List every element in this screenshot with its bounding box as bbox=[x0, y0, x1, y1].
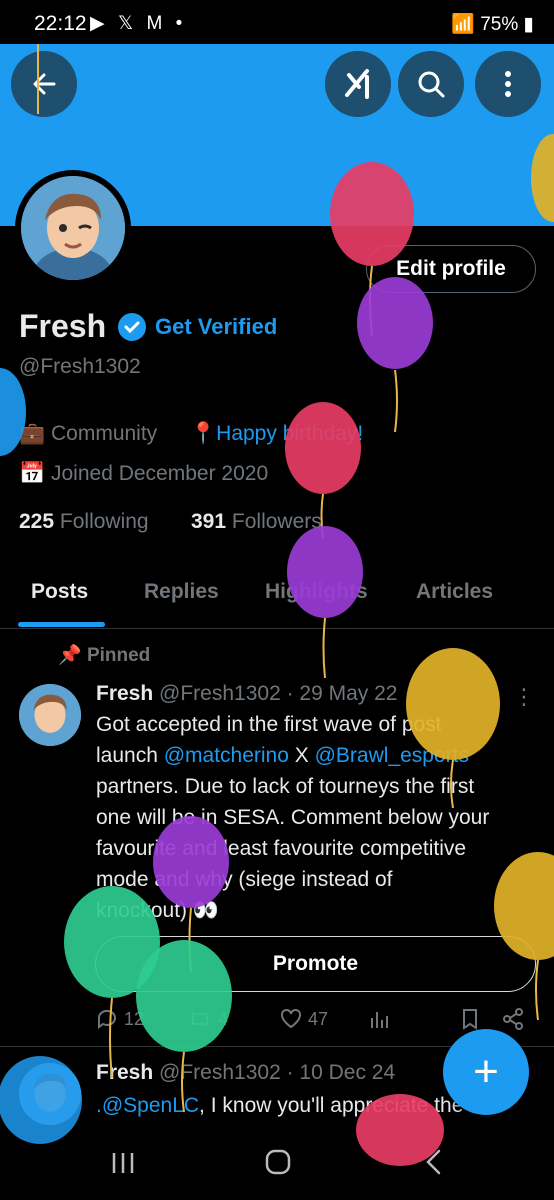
status-time: 22:12 bbox=[34, 12, 87, 35]
post-line: favourite and least favourite competitiv… bbox=[96, 837, 467, 860]
post-text: launch bbox=[96, 744, 164, 767]
post-author-handle: @Fresh1302 bbox=[159, 1061, 281, 1084]
tab-replies[interactable]: Replies bbox=[144, 580, 219, 604]
location-label[interactable]: Happy birthday! bbox=[216, 422, 363, 445]
post-author-name[interactable]: Fresh bbox=[96, 682, 153, 705]
more-options-button[interactable] bbox=[475, 51, 541, 117]
pinned-label: Pinned bbox=[86, 645, 151, 666]
display-name: Fresh bbox=[19, 308, 107, 344]
reply-button[interactable]: 12 bbox=[96, 1008, 144, 1030]
post-line: one will be in SESA. Comment below your bbox=[96, 806, 490, 829]
following-label: Following bbox=[59, 510, 149, 533]
post-text: , I know you'll appreciate the bbox=[199, 1094, 464, 1117]
signal-icon: 📶 bbox=[451, 14, 481, 35]
pin-icon: 📌 bbox=[58, 645, 87, 666]
search-button[interactable] bbox=[398, 51, 464, 117]
joined-label: Joined December 2020 bbox=[50, 462, 269, 485]
like-button[interactable]: 47 bbox=[280, 1008, 328, 1030]
post-author-name[interactable]: Fresh bbox=[96, 1061, 153, 1084]
avatar-image bbox=[21, 176, 125, 280]
mention-link[interactable]: .@SpenLC bbox=[96, 1094, 199, 1117]
analytics-button[interactable] bbox=[368, 1008, 390, 1030]
location-pin-icon: 📍 bbox=[190, 422, 217, 445]
repost-icon bbox=[192, 1012, 208, 1026]
arrow-left-icon bbox=[33, 73, 56, 95]
reply-count: 12 bbox=[124, 1008, 145, 1029]
mention-link[interactable]: @Brawl_esports bbox=[315, 744, 469, 767]
followers-label: Followers bbox=[231, 510, 322, 533]
mention-link[interactable]: @matcherino bbox=[164, 744, 289, 767]
share-icon bbox=[503, 1008, 523, 1030]
search-icon bbox=[418, 71, 445, 98]
bookmark-icon bbox=[463, 1009, 477, 1030]
post-line: partners. Due to lack of tourneys the fi… bbox=[96, 775, 475, 798]
status-right: 📶 75% ▮ bbox=[451, 12, 534, 36]
profile-category: 💼 Community bbox=[19, 422, 157, 446]
following-stat[interactable]: 225 Following bbox=[19, 510, 149, 534]
post-date: · 10 Dec 24 bbox=[286, 1061, 396, 1084]
back-button[interactable] bbox=[11, 51, 77, 117]
post-line: mode and why (siege instead of bbox=[96, 868, 393, 891]
system-nav-bar bbox=[0, 1126, 554, 1200]
following-count: 225 bbox=[19, 510, 55, 533]
analytics-icon bbox=[371, 1012, 388, 1028]
post-avatar[interactable] bbox=[19, 1063, 81, 1125]
recent-apps-icon[interactable] bbox=[110, 1150, 136, 1176]
reply-icon bbox=[97, 1009, 116, 1029]
avatar-image bbox=[19, 1063, 81, 1125]
grok-icon bbox=[345, 69, 369, 99]
battery-level: 75% bbox=[480, 14, 519, 35]
post-text: X bbox=[288, 744, 315, 767]
more-vertical-icon bbox=[505, 71, 511, 97]
heart-icon bbox=[281, 1008, 301, 1029]
compose-post-button[interactable]: + bbox=[443, 1029, 529, 1115]
followers-stat[interactable]: 391 Followers bbox=[191, 510, 322, 534]
followers-count: 391 bbox=[191, 510, 227, 533]
post-header: Fresh @Fresh1302 · 29 May 22 bbox=[96, 678, 397, 709]
plus-icon: + bbox=[473, 1047, 499, 1096]
calendar-icon: 📅 bbox=[19, 462, 51, 485]
post-date: · 29 May 22 bbox=[286, 682, 398, 705]
battery-icon: ▮ bbox=[523, 14, 534, 35]
post-header: Fresh @Fresh1302 · 10 Dec 24 bbox=[96, 1057, 395, 1088]
profile-location: 📍Happy birthday! bbox=[190, 422, 363, 446]
repost-button[interactable]: 4 bbox=[188, 1008, 228, 1030]
briefcase-icon: 💼 bbox=[19, 422, 51, 445]
post-line: Got accepted in the first wave of post bbox=[96, 713, 442, 736]
tab-articles[interactable]: Articles bbox=[416, 580, 493, 604]
get-verified-link[interactable]: Get Verified bbox=[155, 314, 277, 340]
share-button[interactable] bbox=[502, 1008, 524, 1030]
post-more-button[interactable]: ⋮ bbox=[513, 684, 535, 710]
tab-divider bbox=[0, 628, 554, 629]
post-avatar[interactable] bbox=[19, 684, 81, 746]
like-count: 47 bbox=[308, 1008, 329, 1029]
profile-joined: 📅 Joined December 2020 bbox=[19, 462, 268, 486]
notification-icons: ▶ 𝕏 M • bbox=[90, 13, 187, 34]
profile-avatar[interactable] bbox=[21, 176, 125, 280]
bookmark-button[interactable] bbox=[460, 1008, 480, 1030]
pinned-indicator: 📌 Pinned bbox=[58, 643, 150, 667]
post-line: knockout) 👀 bbox=[96, 899, 220, 922]
tab-highlights[interactable]: Highlights bbox=[265, 580, 368, 604]
post-line: launch @matcherino X @Brawl_esports bbox=[96, 740, 546, 771]
category-label: Community bbox=[50, 422, 158, 445]
home-icon[interactable] bbox=[264, 1148, 292, 1176]
post-author-handle: @Fresh1302 bbox=[159, 682, 281, 705]
verified-check-icon bbox=[118, 313, 146, 341]
avatar-image bbox=[19, 684, 81, 746]
balloon-icon bbox=[357, 277, 433, 433]
active-tab-indicator bbox=[18, 622, 105, 627]
post-body: .@SpenLC, I know you'll appreciate the bbox=[96, 1090, 463, 1126]
grok-button[interactable] bbox=[325, 51, 391, 117]
promote-button[interactable]: Promote bbox=[95, 936, 536, 992]
edit-profile-button[interactable]: Edit profile bbox=[366, 245, 536, 293]
back-nav-icon[interactable] bbox=[424, 1148, 442, 1176]
profile-handle: @Fresh1302 bbox=[19, 355, 141, 378]
post-body: Got accepted in the first wave of post l… bbox=[96, 709, 546, 926]
status-bar: 22:12 ▶ 𝕏 M • 📶 75% ▮ bbox=[0, 0, 554, 44]
tab-posts[interactable]: Posts bbox=[31, 580, 88, 604]
repost-count: 4 bbox=[218, 1008, 229, 1029]
